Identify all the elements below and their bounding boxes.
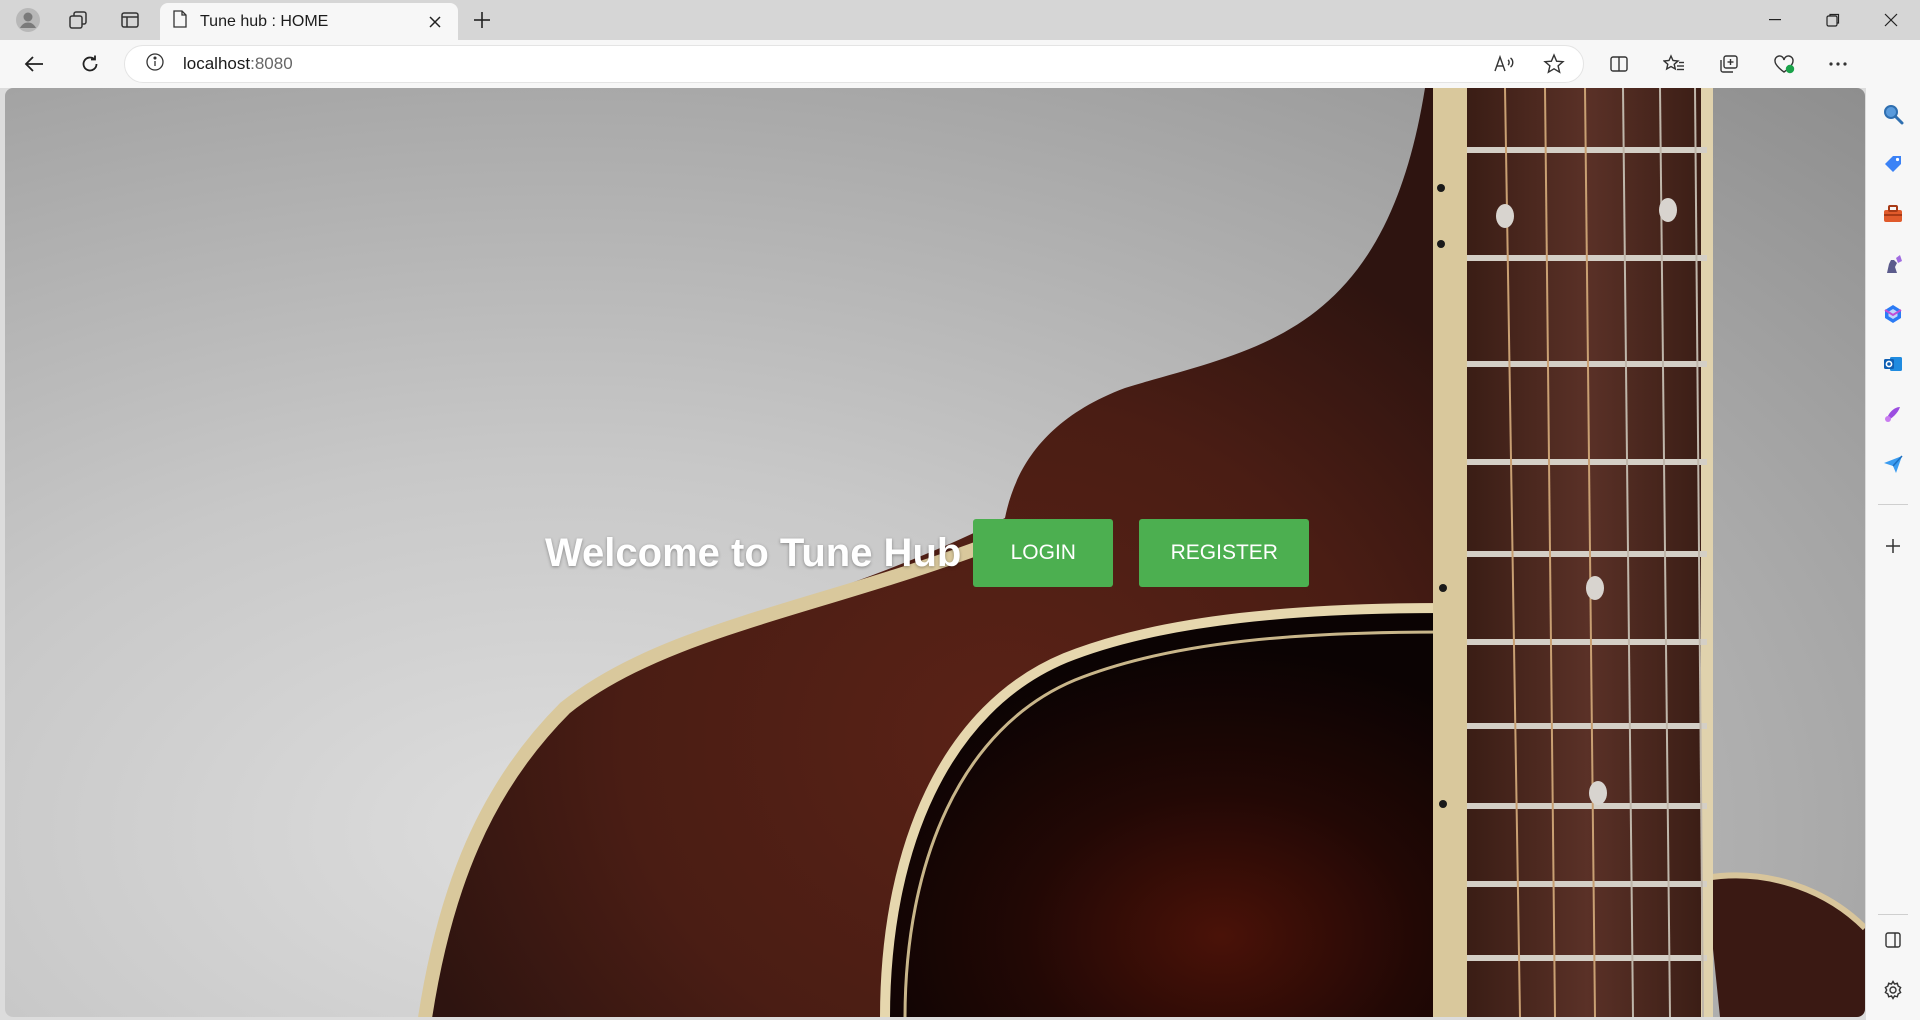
restore-icon[interactable]	[1806, 0, 1860, 40]
more-icon[interactable]	[1820, 46, 1856, 82]
sidebar-divider-bottom	[1878, 914, 1908, 915]
split-screen-icon[interactable]	[1601, 46, 1637, 82]
microsoft365-icon[interactable]	[1875, 296, 1911, 332]
read-aloud-icon[interactable]	[1487, 47, 1521, 81]
browser-essentials-icon[interactable]	[1766, 46, 1802, 82]
tab-title: Tune hub : HOME	[200, 12, 329, 30]
shopping-icon[interactable]	[1875, 146, 1911, 182]
url-port: :8080	[250, 54, 293, 73]
add-icon[interactable]	[1875, 528, 1911, 564]
page-heading: Welcome to Tune Hub	[545, 530, 962, 575]
tools-icon[interactable]	[1875, 196, 1911, 232]
page-content: Welcome to Tune Hub LOGIN REGISTER	[5, 88, 1865, 1017]
sidebar-divider	[1878, 504, 1908, 505]
favorite-star-icon[interactable]	[1537, 47, 1571, 81]
workspaces-icon[interactable]	[58, 0, 98, 40]
url-host: localhost	[183, 54, 251, 73]
collections-icon[interactable]	[1711, 46, 1747, 82]
edge-sidebar	[1866, 40, 1920, 1020]
close-icon[interactable]	[424, 11, 446, 33]
minimize-icon[interactable]	[1748, 0, 1802, 40]
plus-icon[interactable]	[466, 4, 498, 36]
games-icon[interactable]	[1875, 246, 1911, 282]
active-tab[interactable]: Tune hub : HOME	[160, 3, 458, 40]
login-button[interactable]: LOGIN	[973, 519, 1114, 587]
hero-section: Welcome to Tune Hub LOGIN REGISTER	[545, 518, 1310, 588]
send-icon[interactable]	[1875, 446, 1911, 482]
designer-icon[interactable]	[1875, 396, 1911, 432]
sidebar-toggle-icon[interactable]	[1875, 922, 1911, 958]
close-window-icon[interactable]	[1864, 0, 1918, 40]
info-icon[interactable]	[145, 52, 165, 77]
address-bar[interactable]: localhost:8080	[124, 45, 1584, 83]
tab-bar: Tune hub : HOME	[0, 0, 1920, 40]
settings-icon[interactable]	[1875, 972, 1911, 1008]
url-text: localhost:8080	[183, 54, 293, 74]
browser-toolbar: localhost:8080	[0, 40, 1920, 88]
tab-actions-icon[interactable]	[110, 0, 150, 40]
search-icon[interactable]	[1875, 96, 1911, 132]
register-button[interactable]: REGISTER	[1139, 519, 1310, 587]
profile-icon[interactable]	[8, 0, 48, 40]
page-icon	[172, 10, 188, 33]
back-icon[interactable]	[16, 46, 52, 82]
outlook-icon[interactable]	[1875, 346, 1911, 382]
refresh-icon[interactable]	[72, 46, 108, 82]
favorites-icon[interactable]	[1656, 46, 1692, 82]
